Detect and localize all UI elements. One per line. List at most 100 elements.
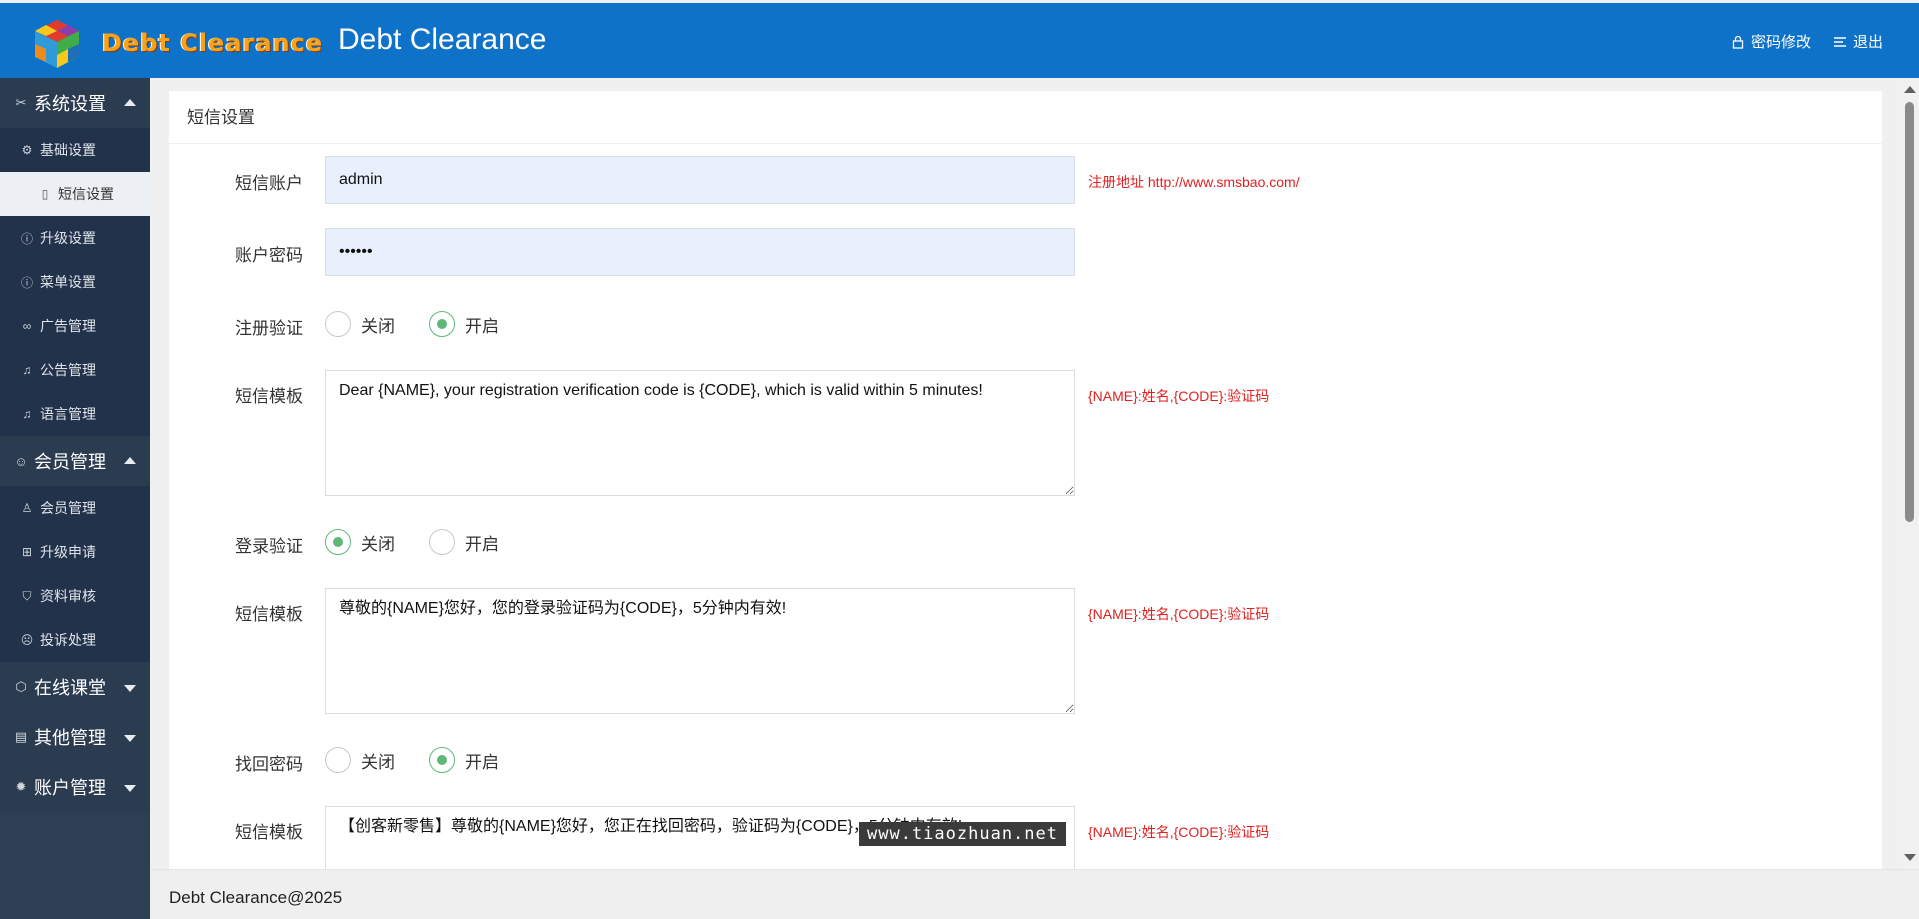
sidebar-item-label: 短信设置: [58, 186, 114, 202]
tools-icon: ✂: [15, 95, 27, 110]
watermark: www.tiaozhuan.net: [859, 822, 1066, 846]
info-circle-icon: ⓘ: [20, 231, 33, 246]
register-template-label: 短信模板: [235, 387, 303, 406]
sidebar-item-label: 升级申请: [40, 544, 96, 560]
register-url-hint: 注册地址 http://www.smsbao.com/: [1088, 174, 1300, 190]
recover-password-label: 找回密码: [235, 755, 303, 774]
login-on-radio[interactable]: 开启: [429, 529, 499, 555]
sidebar-item-label: 语言管理: [40, 406, 96, 422]
sidebar-group-other[interactable]: ▤ 其他管理: [0, 712, 150, 762]
main-content: 短信设置 短信账户 注册地址 http://www.smsbao.com/ 账户…: [150, 78, 1900, 869]
login-template-label: 短信模板: [235, 605, 303, 624]
bell-icon: ♫: [22, 363, 32, 377]
caret-up-icon: [124, 457, 136, 464]
sidebar-item-language[interactable]: ♫ 语言管理: [0, 392, 150, 436]
sidebar-item-label: 菜单设置: [40, 274, 96, 290]
template-hint: {NAME}:姓名,{CODE}:验证码: [1088, 388, 1270, 404]
radio-label: 关闭: [361, 752, 395, 772]
radio-circle: [325, 529, 351, 555]
recover-password-radios: 关闭 开启: [325, 747, 533, 773]
logout-label: 退出: [1852, 34, 1883, 51]
sad-face-icon: ☹: [20, 633, 34, 647]
sidebar-item-label: 公告管理: [40, 362, 96, 378]
sidebar-group-system[interactable]: ✂ 系统设置: [0, 78, 150, 128]
logo-cube-icon: [35, 20, 79, 68]
menu-lines-icon: [1833, 36, 1846, 47]
sidebar-group-label: 在线课堂: [34, 678, 106, 698]
sidebar-group-account[interactable]: ✹ 账户管理: [0, 762, 150, 812]
register-verify-label: 注册验证: [235, 319, 303, 338]
radio-circle: [429, 311, 455, 337]
sidebar-item-review[interactable]: ⛉ 资料审核: [0, 574, 150, 618]
sidebar-item-notice[interactable]: ♫ 公告管理: [0, 348, 150, 392]
sidebar: ✂ 系统设置 ⚙ 基础设置 ▯ 短信设置 ⓘ 升级设置 ⓘ 菜单设置 ∞ 广告管…: [0, 78, 150, 919]
logout-link[interactable]: 退出: [1833, 31, 1883, 52]
radio-circle: [429, 747, 455, 773]
register-verify-radios: 关闭 开启: [325, 311, 533, 337]
sms-password-input[interactable]: ••••••: [325, 228, 1075, 276]
sidebar-group-members[interactable]: ☺ 会员管理: [0, 436, 150, 486]
login-verify-radios: 关闭 开启: [325, 529, 533, 555]
sidebar-group-courses[interactable]: ⬡ 在线课堂: [0, 662, 150, 712]
shield-check-icon: ⛉: [22, 588, 32, 603]
sidebar-group-label: 会员管理: [34, 452, 106, 472]
account-label: 短信账户: [235, 174, 303, 193]
radio-label: 开启: [465, 316, 499, 336]
gear-icon: ⚙: [21, 143, 33, 157]
sms-settings-panel: 短信设置 短信账户 注册地址 http://www.smsbao.com/ 账户…: [169, 91, 1882, 869]
login-template-textarea[interactable]: 尊敬的{NAME}您好，您的登录验证码为{CODE}，5分钟内有效!: [325, 588, 1075, 714]
register-on-radio[interactable]: 开启: [429, 311, 499, 337]
sidebar-item-complaints[interactable]: ☹ 投诉处理: [0, 618, 150, 662]
register-template-textarea[interactable]: Dear {NAME}, your registration verificat…: [325, 370, 1075, 496]
apps-icon: ⊞: [21, 545, 33, 559]
password-label: 账户密码: [235, 246, 303, 265]
panel-title: 短信设置: [169, 91, 1882, 144]
sidebar-item-label: 广告管理: [40, 318, 96, 334]
login-verify-label: 登录验证: [235, 537, 303, 556]
recover-on-radio[interactable]: 开启: [429, 747, 499, 773]
sidebar-item-upgrade-apply[interactable]: ⊞ 升级申请: [0, 530, 150, 574]
bell-icon: ♫: [22, 407, 32, 421]
caret-down-icon: [124, 685, 136, 692]
document-icon: ▤: [14, 729, 28, 744]
change-password-link[interactable]: 密码修改: [1731, 31, 1811, 52]
sidebar-item-upgrade[interactable]: ⓘ 升级设置: [0, 216, 150, 260]
radio-circle: [325, 747, 351, 773]
scroll-up-arrow-icon[interactable]: [1904, 86, 1916, 93]
login-off-radio[interactable]: 关闭: [325, 529, 395, 555]
vertical-scrollbar[interactable]: [1900, 78, 1919, 869]
user-icon: ♙: [21, 501, 33, 515]
sidebar-item-label: 基础设置: [40, 142, 96, 158]
sidebar-item-menu[interactable]: ⓘ 菜单设置: [0, 260, 150, 304]
scroll-down-arrow-icon[interactable]: [1904, 854, 1916, 861]
top-header: Debt Clearance Debt Clearance 密码修改 退出: [0, 3, 1919, 78]
gear-icon: ✹: [15, 779, 27, 794]
app-title: Debt Clearance: [338, 23, 547, 56]
radio-label: 关闭: [361, 534, 395, 554]
link-icon: ∞: [22, 319, 32, 333]
caret-up-icon: [124, 99, 136, 106]
lock-icon: [1732, 35, 1744, 49]
sidebar-item-ads[interactable]: ∞ 广告管理: [0, 304, 150, 348]
sidebar-item-members[interactable]: ♙ 会员管理: [0, 486, 150, 530]
change-password-label: 密码修改: [1750, 34, 1811, 51]
cube-icon: ⬡: [15, 679, 27, 694]
sidebar-item-sms[interactable]: ▯ 短信设置: [0, 172, 150, 216]
template-hint: {NAME}:姓名,{CODE}:验证码: [1088, 824, 1270, 840]
phone-icon: ▯: [41, 187, 49, 201]
scrollbar-thumb[interactable]: [1905, 102, 1914, 522]
sidebar-group-label: 系统设置: [34, 94, 106, 114]
sidebar-item-basic[interactable]: ⚙ 基础设置: [0, 128, 150, 172]
info-circle-icon: ⓘ: [20, 275, 33, 290]
radio-circle: [325, 311, 351, 337]
radio-label: 关闭: [361, 316, 395, 336]
sms-account-input[interactable]: [325, 156, 1075, 204]
logo-text: Debt Clearance: [102, 29, 324, 57]
radio-label: 开启: [465, 752, 499, 772]
user-circle-icon: ☺: [14, 453, 28, 469]
radio-circle: [429, 529, 455, 555]
sidebar-item-label: 会员管理: [40, 500, 96, 516]
register-off-radio[interactable]: 关闭: [325, 311, 395, 337]
recover-template-label: 短信模板: [235, 823, 303, 842]
recover-off-radio[interactable]: 关闭: [325, 747, 395, 773]
